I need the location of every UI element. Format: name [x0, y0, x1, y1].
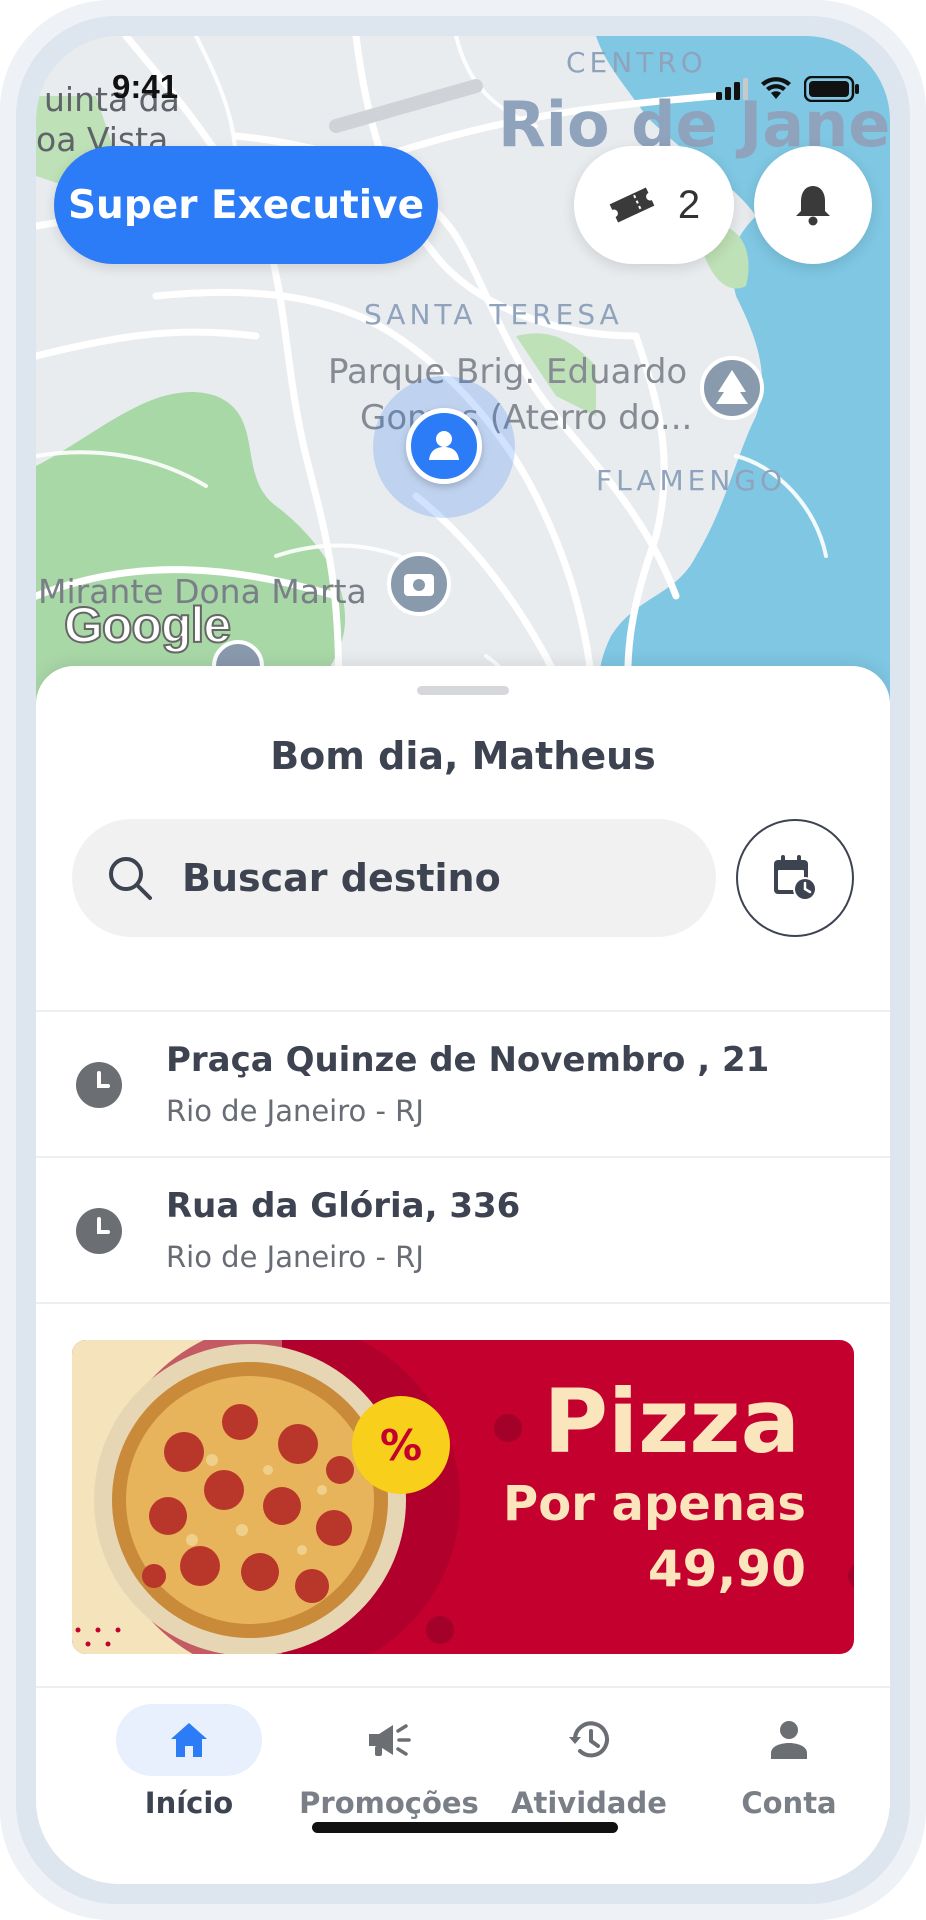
vouchers-button[interactable]: 2	[574, 146, 734, 264]
nav-label: Início	[144, 1786, 234, 1820]
history-icon	[569, 1721, 609, 1758]
home-icon	[171, 1723, 207, 1757]
wifi-icon	[761, 77, 791, 99]
recent-destination-item[interactable]: Rua da Glória, 336 Rio de Janeiro - RJ	[36, 1156, 890, 1301]
nav-label: Conta	[741, 1786, 837, 1820]
google-attribution: Google	[63, 596, 232, 654]
user-location-marker[interactable]	[406, 408, 482, 484]
battery-icon	[804, 76, 859, 102]
discount-badge: %	[352, 1396, 450, 1494]
recent-destination-item[interactable]: Praça Quinze de Novembro , 21 Rio de Jan…	[36, 1010, 890, 1155]
map-view[interactable]: CENTRO Rio de Janei SANTA TERESA Parque …	[36, 36, 890, 756]
search-icon	[109, 857, 152, 900]
nav-label: Promoções	[299, 1786, 479, 1820]
search-input[interactable]: Buscar destino	[72, 819, 716, 937]
promo-title: Pizza	[543, 1370, 800, 1473]
bell-icon	[796, 186, 830, 226]
clock-icon	[76, 1208, 122, 1254]
clock-icon	[76, 1062, 122, 1108]
bottom-sheet: Bom dia, Matheus Buscar destino Praça Qu…	[36, 666, 890, 1884]
divider	[36, 1302, 890, 1304]
drag-handle[interactable]	[417, 686, 509, 695]
signal-icon	[716, 78, 748, 100]
promo-subtitle: Por apenas	[503, 1476, 806, 1532]
bottom-navigation: Início Promoções Atividade Conta	[36, 1686, 890, 1884]
status-icons	[716, 76, 860, 102]
map-label-park-line1: Parque Brig. Eduardo	[328, 352, 688, 392]
greeting: Bom dia, Matheus	[270, 734, 656, 778]
calendar-clock-icon	[774, 855, 817, 901]
person-icon	[771, 1721, 807, 1759]
search-placeholder: Buscar destino	[182, 856, 501, 900]
promo-price: 49,90	[647, 1540, 806, 1598]
recent-destination-title: Praça Quinze de Novembro , 21	[166, 1040, 770, 1080]
nav-label: Atividade	[511, 1786, 667, 1820]
map-label-santa-teresa: SANTA TERESA	[364, 298, 623, 331]
notifications-button[interactable]	[754, 146, 872, 264]
nav-active-indicator	[116, 1704, 262, 1776]
nav-item-conta[interactable]: Conta	[689, 1704, 889, 1844]
recent-destination-subtitle: Rio de Janeiro - RJ	[166, 1094, 424, 1128]
schedule-ride-button[interactable]	[736, 819, 854, 937]
recent-destination-title: Rua da Glória, 336	[166, 1186, 521, 1226]
status-time: 9:41	[112, 68, 179, 105]
map-label-centro: CENTRO	[566, 46, 707, 79]
recent-destination-subtitle: Rio de Janeiro - RJ	[166, 1240, 424, 1274]
promo-banner[interactable]: % Pizza Por apenas 49,90	[72, 1340, 854, 1654]
voucher-count: 2	[677, 182, 701, 227]
service-selector-button[interactable]: Super Executive	[54, 146, 438, 264]
person-icon	[429, 431, 459, 460]
megaphone-icon	[369, 1724, 411, 1756]
home-indicator[interactable]	[312, 1822, 618, 1833]
app-screen: CENTRO Rio de Janei SANTA TERESA Parque …	[36, 36, 890, 1884]
nav-item-inicio[interactable]: Início	[89, 1704, 289, 1844]
map-label-flamengo: FLAMENGO	[596, 464, 787, 497]
ticket-icon	[609, 187, 655, 223]
